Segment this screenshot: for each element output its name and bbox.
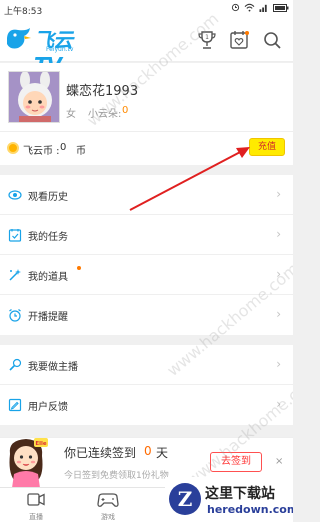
signal-icon xyxy=(259,4,267,12)
bird-logo-icon xyxy=(7,28,31,49)
wifi-icon xyxy=(244,3,255,12)
app-logo: 飞云TV Feiyun.tv xyxy=(4,22,96,77)
menu-item-feedback[interactable]: 用户反馈 › xyxy=(0,385,293,425)
menu-label: 我的任务 xyxy=(28,232,68,243)
divider xyxy=(0,131,293,132)
username: 蝶恋花1993 xyxy=(66,84,139,99)
cloud-value: 0 xyxy=(122,105,129,116)
avatar[interactable] xyxy=(8,71,60,123)
menu-label: 开播提醒 xyxy=(28,312,68,323)
menu-label: 我要做主播 xyxy=(28,362,78,373)
menu-group-personal: 观看历史 › 我的任务 › 我的道具 › 开播提醒 › xyxy=(0,175,293,335)
tab-label: 游戏 xyxy=(101,513,115,521)
status-icons xyxy=(231,3,289,12)
tab-label: 直播 xyxy=(29,513,43,521)
chevron-right-icon: › xyxy=(276,307,281,321)
chevron-right-icon: › xyxy=(276,227,281,241)
menu-item-history[interactable]: 观看历史 › xyxy=(0,175,293,215)
signin-count: 0 xyxy=(144,444,152,458)
status-bar: 上午8:53 xyxy=(0,0,293,18)
screen: 上午8:53 飞云TV Feiyun.tv 1 xyxy=(0,0,293,522)
profile-card: 蝶恋花1993 女 小云朵: 0 飞云币 : 0 币 充值 xyxy=(0,63,293,165)
signin-subtitle: 今日签到免费领取1份礼物 xyxy=(64,471,169,481)
signin-button[interactable]: 去签到 xyxy=(210,452,262,472)
menu-group-other: 我要做主播 › 用户反馈 › xyxy=(0,345,293,425)
feedback-icon xyxy=(8,398,22,412)
menu-item-become-anchor[interactable]: 我要做主播 › xyxy=(0,345,293,385)
status-time: 上午8:53 xyxy=(4,7,43,17)
gamepad-icon xyxy=(97,493,119,507)
menu-label: 我的道具 xyxy=(28,272,68,283)
new-dot-badge xyxy=(77,266,81,270)
brand-badge: Z 这里下载站 heredown.com xyxy=(165,477,293,522)
menu-item-tasks[interactable]: 我的任务 › xyxy=(0,215,293,255)
chevron-right-icon: › xyxy=(276,397,281,411)
brand-title: 这里下载站 xyxy=(205,486,275,502)
signin-unit: 天 xyxy=(156,446,169,460)
app-bar: 飞云TV Feiyun.tv 1 xyxy=(0,18,293,77)
coin-label: 飞云币 : xyxy=(23,146,60,157)
signin-text: 你已连续签到 xyxy=(64,446,137,460)
cloud-label: 小云朵: xyxy=(88,109,122,120)
coin-unit: 币 xyxy=(76,146,86,157)
search-icon[interactable] xyxy=(260,28,284,52)
alarm-status-icon xyxy=(231,3,240,12)
chevron-right-icon: › xyxy=(276,267,281,281)
menu-label: 观看历史 xyxy=(28,192,68,203)
menu-item-live-reminder[interactable]: 开播提醒 › xyxy=(0,295,293,335)
coin-value: 0 xyxy=(60,142,67,153)
alarm-icon xyxy=(9,309,21,322)
close-icon[interactable]: × xyxy=(275,456,283,467)
recharge-button[interactable]: 充值 xyxy=(249,138,285,156)
battery-icon xyxy=(273,3,289,12)
gender: 女 xyxy=(66,109,76,120)
chevron-right-icon: › xyxy=(276,357,281,371)
eye-icon xyxy=(8,190,22,200)
svg-text:Elle: Elle xyxy=(35,441,47,447)
girl-mascot-icon: Elle xyxy=(9,438,48,488)
coin-icon xyxy=(7,142,19,154)
avatar-illustration xyxy=(9,72,59,122)
trophy-icon[interactable]: 1 xyxy=(195,28,219,52)
microphone-icon xyxy=(9,358,22,371)
video-icon xyxy=(27,493,45,506)
calendar-heart-icon[interactable] xyxy=(227,28,251,52)
task-icon xyxy=(8,229,22,242)
wand-icon xyxy=(9,269,21,281)
tab-games[interactable]: 游戏 xyxy=(88,490,128,522)
menu-label: 用户反馈 xyxy=(28,402,68,413)
brand-logo: Z xyxy=(169,483,201,515)
logo-subtext: Feiyun.tv xyxy=(46,46,74,53)
menu-item-props[interactable]: 我的道具 › xyxy=(0,255,293,295)
tab-live[interactable]: 直播 xyxy=(16,490,56,522)
svg-text:1: 1 xyxy=(205,34,209,41)
chevron-right-icon: › xyxy=(276,187,281,201)
brand-url: heredown.com xyxy=(207,503,293,516)
